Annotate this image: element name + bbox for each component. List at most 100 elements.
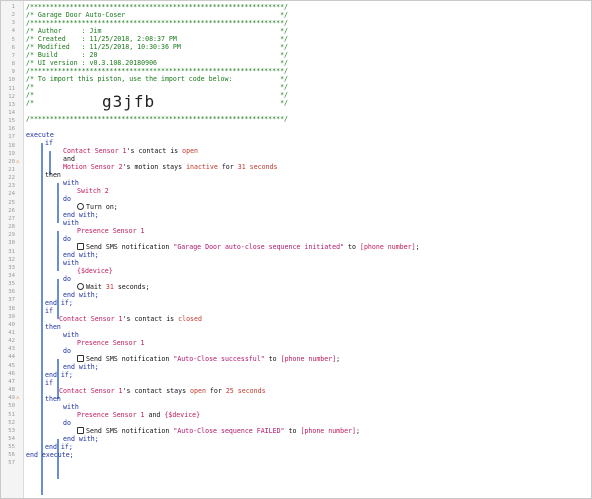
piston-code-view: 1 2 3 4 5 6 7 8 9 10 11 12 13 14 15 16 17 18 19 20 ⚠ 21 22 23 24… — [0, 0, 592, 499]
line-number: 39 — [8, 313, 15, 320]
line-number: 1 — [11, 4, 15, 10]
wait-duration[interactable]: 31 — [106, 283, 114, 291]
line-number: 45 — [8, 362, 15, 369]
condition-contact-open[interactable]: Contact Sensor 1's contact is open — [63, 147, 198, 155]
header-comment-line: /* Author : Jim */ — [26, 27, 289, 35]
and-operator[interactable]: and — [63, 155, 75, 163]
device-presence-sensor-1[interactable]: Presence Sensor 1 — [77, 227, 145, 235]
for-text: for — [209, 387, 222, 395]
with-keyword[interactable]: with — [63, 331, 79, 339]
line-number: 15 — [8, 118, 15, 125]
device-presence-sensor-1[interactable]: Presence Sensor 1 — [77, 339, 145, 347]
device-variable[interactable]: {$device} — [77, 267, 113, 275]
sms-message[interactable]: "Auto-Close sequence FAILED" — [173, 427, 284, 435]
device-variable[interactable]: {$device} — [164, 411, 200, 419]
with-block-bar — [57, 231, 59, 271]
end-if-keyword: end if; — [45, 443, 73, 451]
header-comment-line: /***************************************… — [26, 115, 289, 123]
line-number: 27 — [8, 215, 15, 222]
if-keyword[interactable]: if — [45, 379, 53, 387]
value-open[interactable]: open — [182, 147, 198, 155]
then-keyword: then — [45, 323, 61, 331]
for-text: for — [221, 163, 234, 171]
header-comment-line: /* UI version : v0.3.108.20180906 */ — [26, 59, 289, 67]
with-devices[interactable]: Presence Sensor 1 and {$device} — [77, 411, 200, 419]
phone-number-variable[interactable]: [phone number] — [281, 355, 337, 363]
action-text: Send SMS notification — [86, 243, 170, 251]
warning-icon[interactable]: ⚠ — [16, 158, 20, 166]
device-contact-sensor-1[interactable]: Contact Sensor 1 — [59, 315, 123, 323]
execute-line[interactable]: execute — [26, 131, 54, 139]
then-keyword: then — [45, 395, 61, 403]
line-number: 12 — [8, 93, 15, 100]
if-keyword[interactable]: if — [45, 307, 53, 315]
end-if-keyword: end if; — [45, 371, 73, 379]
line-number: 25 — [8, 199, 15, 206]
line-number: 50 — [8, 403, 15, 410]
warning-icon[interactable]: ⚠ — [16, 394, 20, 402]
line-number: 40 — [8, 321, 15, 328]
line-number: 11 — [8, 85, 15, 92]
header-comment-line: /***************************************… — [26, 67, 289, 75]
line-number: 8 — [11, 61, 15, 68]
phone-number-variable[interactable]: [phone number] — [300, 427, 356, 435]
line-number: 33 — [8, 264, 15, 271]
with-keyword[interactable]: with — [63, 219, 79, 227]
line-number: 28 — [8, 224, 15, 231]
line-number: 16 — [8, 126, 15, 133]
header-comment-line: /* */ — [26, 91, 289, 99]
line-number: 9 — [11, 69, 15, 76]
header-comment-line: /***************************************… — [26, 3, 289, 11]
line-number: 5 — [11, 36, 15, 43]
line-number: 34 — [8, 272, 15, 279]
end-with-keyword: end with; — [63, 363, 99, 371]
with-keyword[interactable]: with — [63, 403, 79, 411]
phone-number-variable[interactable]: [phone number] — [360, 243, 416, 251]
line-number: 20 — [8, 158, 15, 165]
import-code: g3jfb — [102, 92, 156, 111]
turn-on-action[interactable]: Turn on; — [77, 203, 118, 211]
with-keyword[interactable]: with — [63, 259, 79, 267]
device-contact-sensor-1[interactable]: Contact Sensor 1 — [63, 147, 127, 155]
condition-contact-closed[interactable]: Contact Sensor 1's contact is closed — [59, 315, 202, 323]
line-number: 19 — [8, 150, 15, 157]
duration-value[interactable]: 25 — [226, 387, 234, 395]
device-presence-sensor-1[interactable]: Presence Sensor 1 — [77, 411, 145, 419]
wait-action[interactable]: Wait 31 seconds; — [77, 283, 150, 291]
condition-contact-stays-open[interactable]: Contact Sensor 1's contact stays open fo… — [59, 387, 266, 395]
action-text: Turn on; — [86, 203, 118, 211]
send-sms-action[interactable]: Send SMS notification "Garage Door auto-… — [77, 243, 420, 251]
and-keyword: and — [63, 155, 75, 163]
line-number: 13 — [8, 101, 15, 108]
sms-message[interactable]: "Garage Door auto-close sequence initiat… — [173, 243, 344, 251]
to-text: to — [268, 355, 277, 363]
with-keyword[interactable]: with — [63, 179, 79, 187]
and-text: and — [148, 411, 161, 419]
condition-motion-inactive[interactable]: Motion Sensor 2's motion stays inactive … — [63, 163, 277, 171]
line-number: 22 — [8, 175, 15, 182]
device-motion-sensor-2[interactable]: Motion Sensor 2 — [63, 163, 123, 171]
line-number: 36 — [8, 289, 15, 296]
send-sms-action[interactable]: Send SMS notification "Auto-Close succes… — [77, 355, 340, 363]
if-statement[interactable]: if — [45, 139, 53, 147]
line-number: 41 — [8, 330, 15, 336]
condition-text: 's contact is — [126, 147, 179, 155]
value-open[interactable]: open — [190, 387, 206, 395]
line-number: 52 — [8, 419, 15, 426]
line-number: 47 — [8, 378, 15, 385]
line-number: 26 — [8, 207, 15, 214]
value-inactive[interactable]: inactive — [186, 163, 218, 171]
duration-value[interactable]: 31 — [238, 163, 246, 171]
to-text: to — [348, 243, 356, 251]
sms-message[interactable]: "Auto-Close successful" — [173, 355, 264, 363]
line-number: 53 — [8, 427, 15, 434]
device-contact-sensor-1[interactable]: Contact Sensor 1 — [59, 387, 123, 395]
value-closed[interactable]: closed — [178, 315, 202, 323]
end-with-keyword: end with; — [63, 251, 99, 259]
line-number: 10 — [8, 77, 15, 84]
device-switch-2[interactable]: Switch 2 — [77, 187, 109, 195]
line-number-gutter: 1 2 3 4 5 6 7 8 9 10 11 12 13 14 15 16 17 18 19 20 ⚠ 21 22 23 24… — [1, 1, 24, 498]
send-sms-action[interactable]: Send SMS notification "Auto-Close sequen… — [77, 427, 360, 435]
line-number: 56 — [8, 452, 15, 459]
line-number: 3 — [11, 20, 15, 27]
